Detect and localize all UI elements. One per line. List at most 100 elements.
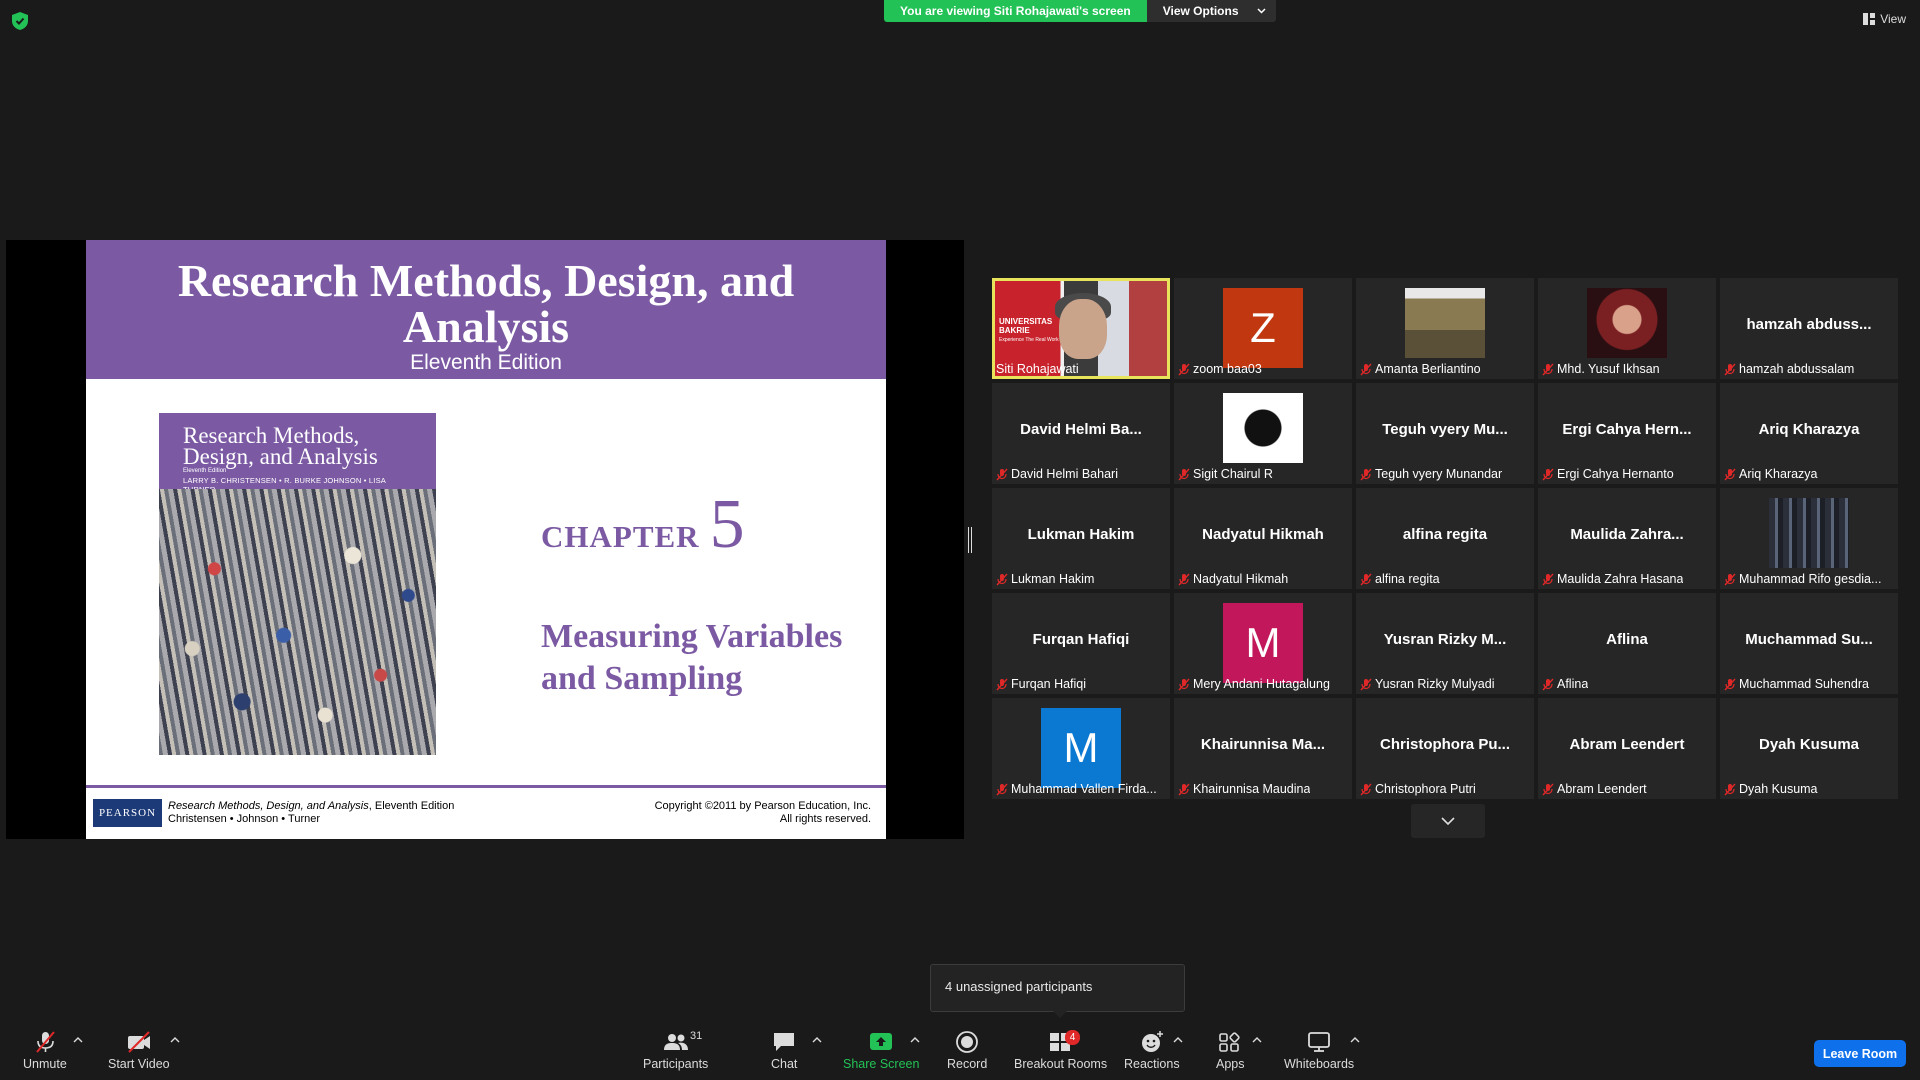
participant-tile[interactable]: Lukman Hakim Lukman Hakim [992,488,1170,589]
record-icon [956,1031,979,1053]
share-options-caret-icon[interactable] [910,1036,920,1044]
apps-button[interactable]: Apps [1216,1030,1245,1071]
participant-name: Ergi Cahya Hernanto [1557,467,1674,481]
participant-name: Furqan Hafiqi [1011,677,1087,691]
participant-name-label: alfina regita [1360,572,1440,586]
chat-options-caret-icon[interactable] [812,1036,822,1044]
participant-tile[interactable]: M Muhammad Vallen Firda... [992,698,1170,799]
share-screen-button[interactable]: Share Screen [843,1030,919,1071]
participant-display-name: David Helmi Ba... [1020,421,1142,438]
encryption-shield-icon[interactable] [12,12,28,30]
participant-name-label: David Helmi Bahari [996,467,1118,481]
slide-divider [86,785,886,788]
participant-tile[interactable]: Furqan Hafiqi Furqan Hafiqi [992,593,1170,694]
participant-tile[interactable]: Khairunnisa Ma... Khairunnisa Maudina [1174,698,1352,799]
video-options-caret-icon[interactable] [170,1036,180,1044]
whiteboards-caret-icon[interactable] [1350,1036,1360,1044]
participant-tile[interactable]: Teguh vyery Mu... Teguh vyery Munandar [1356,383,1534,484]
participant-tile[interactable]: UNIVERSITAS BAKRIE Experience The Real Wor… [992,278,1170,379]
mic-muted-icon [1542,468,1554,480]
samurai-photo [1223,393,1303,463]
participant-tile[interactable]: Zzoom baa03 [1174,278,1352,379]
chapter-number: 5 [709,486,745,563]
viewing-screen-label: You are viewing Siti Rohajawati's screen [884,0,1147,22]
participant-name-label: zoom baa03 [1178,362,1262,376]
footer-copyright: Copyright ©2011 by Pearson Education, In… [654,800,871,812]
participant-tile[interactable]: Amanta Berliantino [1356,278,1534,379]
record-button[interactable]: Record [947,1030,987,1071]
participant-name: Christophora Putri [1375,782,1476,796]
participant-tile[interactable]: M Mery Andani Hutagalung [1174,593,1352,694]
video-person-face [1059,299,1107,359]
breakout-rooms-button[interactable]: Breakout Rooms [1014,1030,1107,1071]
mic-muted-icon [1542,363,1554,375]
slide-edition: Eleventh Edition [410,351,562,374]
participant-tile[interactable]: David Helmi Ba... David Helmi Bahari [992,383,1170,484]
participant-display-name: Furqan Hafiqi [1032,631,1130,648]
participant-tile[interactable]: Muhammad Rifo gesdia... [1720,488,1898,589]
chevron-down-icon [1441,817,1455,825]
view-button[interactable]: View [1863,12,1906,26]
leave-room-button[interactable]: Leave Room [1814,1040,1906,1067]
whiteboards-label: Whiteboards [1284,1057,1355,1071]
chapter-title-line1: Measuring Variables [541,618,843,655]
participant-tile[interactable]: hamzah abduss... hamzah abdussalam [1720,278,1898,379]
participant-tile[interactable]: Ergi Cahya Hern... Ergi Cahya Hernanto [1538,383,1716,484]
apps-caret-icon[interactable] [1252,1036,1262,1044]
chevron-down-icon [1256,8,1266,14]
participant-tile[interactable]: Nadyatul Hikmah Nadyatul Hikmah [1174,488,1352,589]
start-video-button[interactable]: Start Video [108,1030,170,1071]
view-options-label: View Options [1162,4,1239,18]
resize-handle[interactable] [968,527,972,553]
participant-display-name: Christophora Pu... [1379,736,1510,753]
participant-tile[interactable]: Christophora Pu... Christophora Putri [1356,698,1534,799]
participant-name: Khairunnisa Maudina [1193,782,1311,796]
participant-tile[interactable]: Sigit Chairul R [1174,383,1352,484]
shared-screen[interactable]: Research Methods, Design, and Analysis E… [6,240,964,839]
participant-name-label: Muhammad Rifo gesdia... [1724,572,1881,586]
reactions-caret-icon[interactable] [1173,1036,1183,1044]
participant-tile[interactable]: Ariq Kharazya Ariq Kharazya [1720,383,1898,484]
participant-display-name: Ariq Kharazya [1758,421,1860,438]
participant-tile[interactable]: Yusran Rizky M... Yusran Rizky Mulyadi [1356,593,1534,694]
gallery-next-page-button[interactable] [1411,804,1485,838]
mic-muted-icon [1724,468,1736,480]
video-overlay-text: UNIVERSITAS BAKRIE [999,317,1053,335]
breakout-rooms-label: Breakout Rooms [1014,1057,1108,1071]
participant-tile[interactable]: Muchammad Su... Muchammad Suhendra [1720,593,1898,694]
participant-name: Nadyatul Hikmah [1193,572,1289,586]
participant-name-label: Sigit Chairul R [1178,467,1273,481]
participant-tile[interactable]: Mhd. Yusuf Ikhsan [1538,278,1716,379]
footer-rights: All rights reserved. [779,813,871,825]
participant-name-label: Ergi Cahya Hernanto [1542,467,1674,481]
mic-muted-icon [1360,468,1372,480]
participant-name: Abram Leendert [1557,782,1647,796]
start-video-label: Start Video [108,1057,170,1071]
chapter-heading: CHAPTER 5 [541,485,745,565]
mic-muted-icon [996,573,1008,585]
participant-tile[interactable]: Aflina Aflina [1538,593,1716,694]
participant-display-name: Lukman Hakim [1027,526,1135,543]
chat-button[interactable]: Chat [771,1030,797,1071]
participant-name-label: Ariq Kharazya [1724,467,1818,481]
footer-book-title: Research Methods, Design, and Analysis [168,800,369,812]
participant-tile[interactable]: Dyah Kusuma Dyah Kusuma [1720,698,1898,799]
mic-muted-icon [1178,468,1190,480]
participant-tile[interactable]: Maulida Zahra... Maulida Zahra Hasana [1538,488,1716,589]
mic-muted-icon [1724,363,1736,375]
unmute-button[interactable]: Unmute [23,1030,67,1071]
audio-options-caret-icon[interactable] [73,1036,83,1044]
view-options-button[interactable]: View Options [1146,0,1276,22]
participant-name-label: Siti Rohajawati [996,362,1079,376]
record-label: Record [947,1057,988,1071]
whiteboards-button[interactable]: Whiteboards [1284,1030,1354,1071]
book-title-line1: Research Methods, [183,423,360,448]
participant-name: Teguh vyery Munandar [1375,467,1503,481]
participant-tile[interactable]: Abram Leendert Abram Leendert [1538,698,1716,799]
participant-display-name: alfina regita [1402,526,1488,543]
participants-icon [663,1034,688,1050]
participant-name-label: Muchammad Suhendra [1724,677,1869,691]
participant-tile[interactable]: alfina regita alfina regita [1356,488,1534,589]
chapter-title-line2: and Sampling [541,660,743,697]
reactions-button[interactable]: Reactions [1124,1030,1180,1071]
